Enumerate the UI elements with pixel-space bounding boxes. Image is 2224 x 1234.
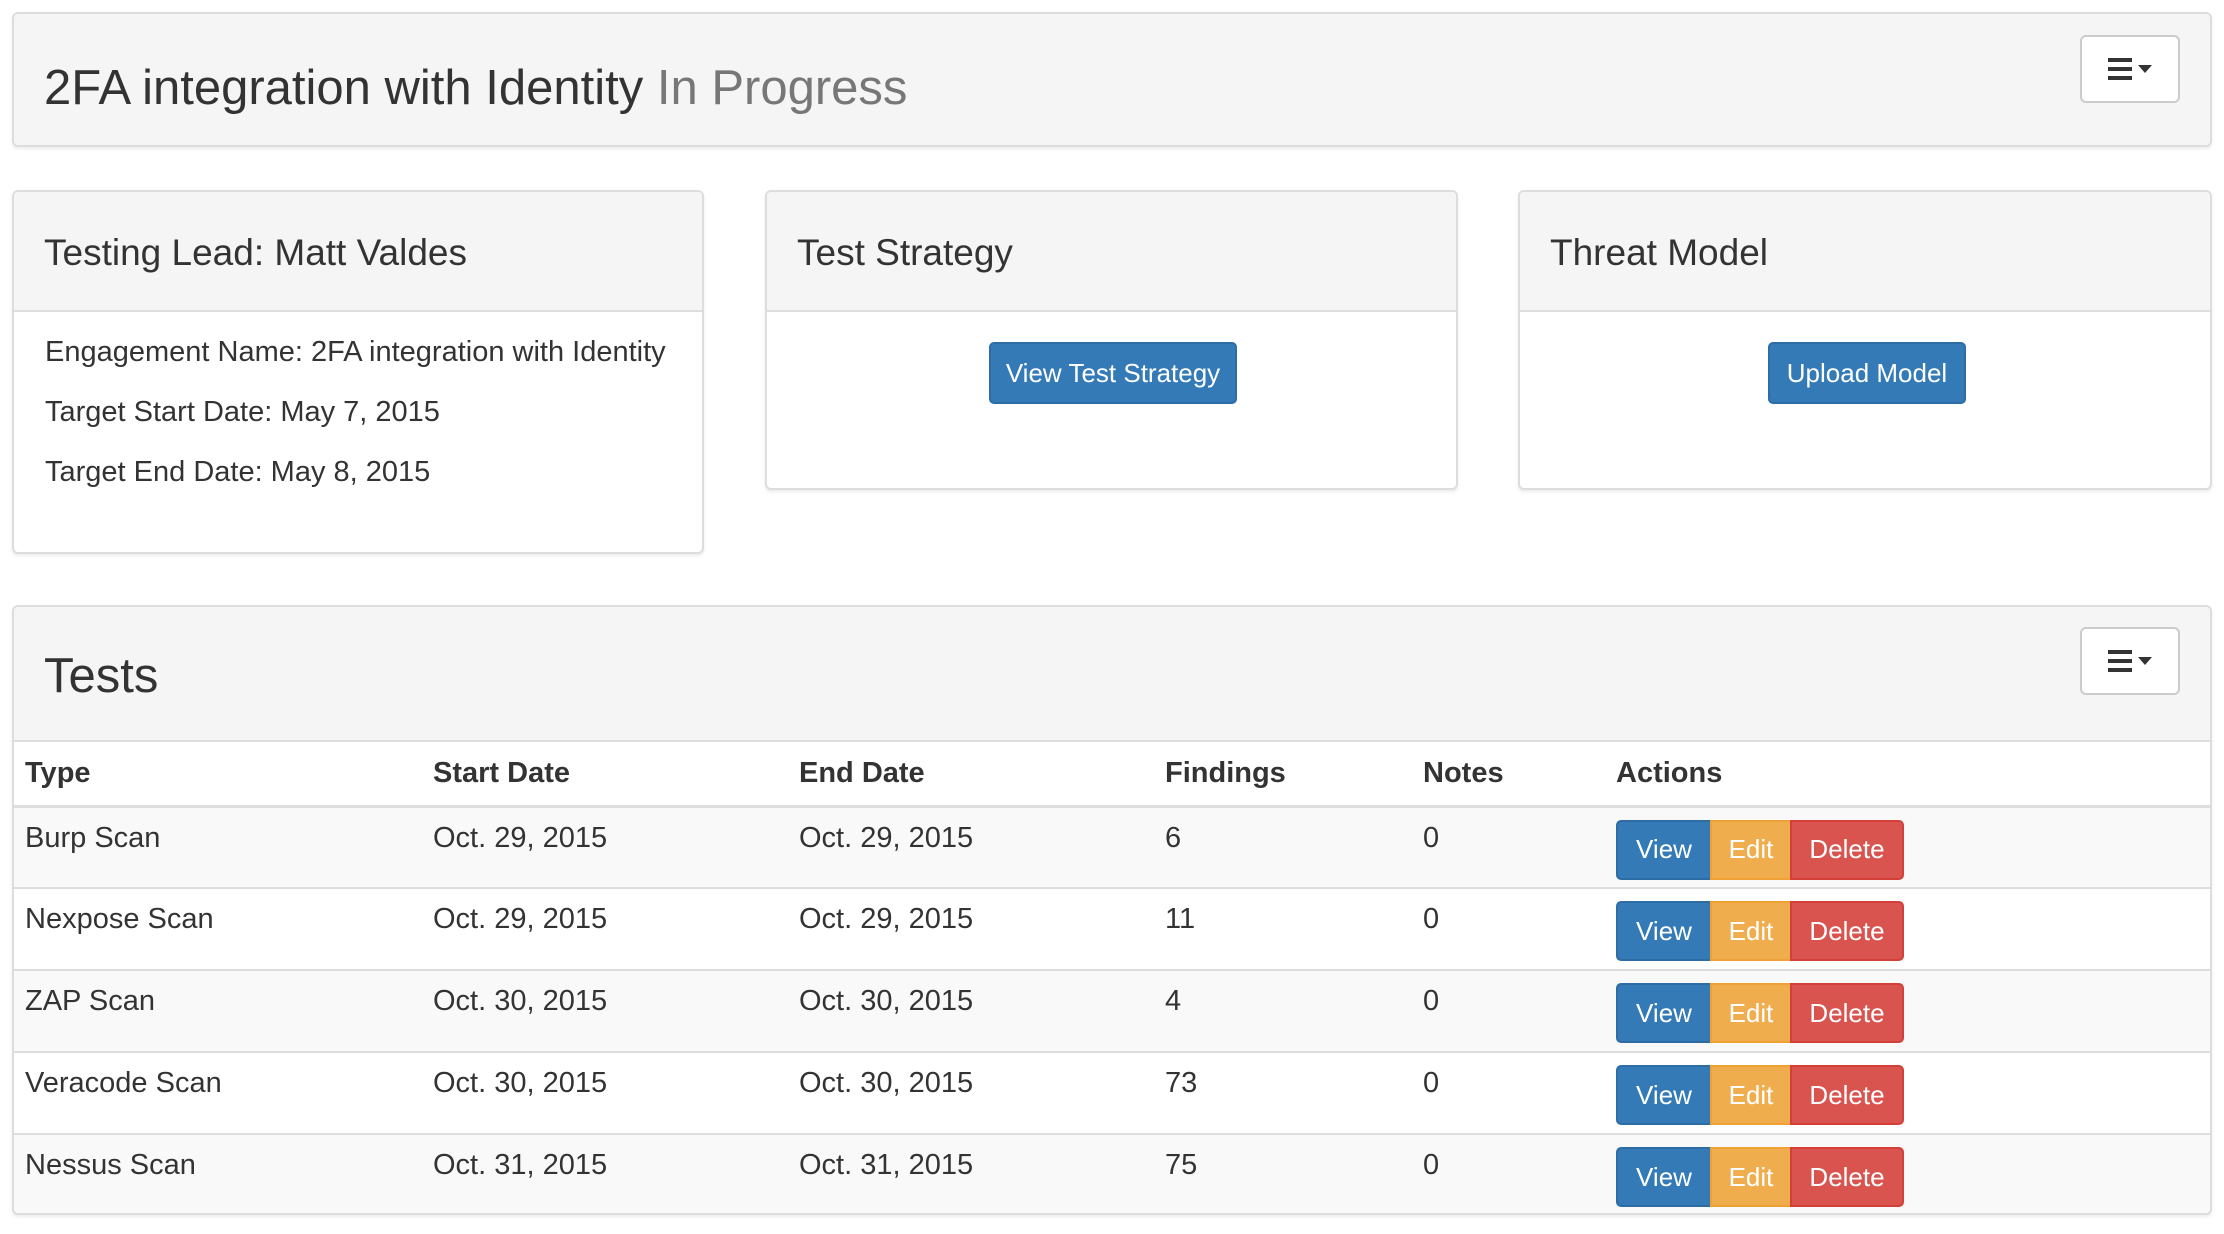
hamburger-icon xyxy=(2108,58,2132,80)
test-type: Burp Scan xyxy=(14,806,422,889)
tests-heading: Tests xyxy=(14,607,2210,742)
test-start-date: Oct. 29, 2015 xyxy=(422,806,788,889)
test-notes: 0 xyxy=(1412,1052,1605,1135)
action-button-group: View Edit Delete xyxy=(1616,901,1904,961)
edit-button[interactable]: Edit xyxy=(1710,819,1792,880)
test-end-date: Oct. 29, 2015 xyxy=(788,806,1154,889)
column-header-actions: Actions xyxy=(1605,742,2210,808)
test-start-date: Oct. 31, 2015 xyxy=(422,1134,788,1213)
test-start-date: Oct. 30, 2015 xyxy=(422,970,788,1053)
test-type: Nexpose Scan xyxy=(14,888,422,971)
delete-button[interactable]: Delete xyxy=(1790,819,1904,880)
test-type: Veracode Scan xyxy=(14,1052,422,1135)
testing-lead-card: Testing Lead: Matt Valdes Engagement Nam… xyxy=(12,190,704,554)
test-strategy-title: Test Strategy xyxy=(797,232,1013,273)
test-findings: 11 xyxy=(1154,888,1412,971)
table-row: Veracode Scan Oct. 30, 2015 Oct. 30, 201… xyxy=(14,1052,2210,1135)
test-actions: View Edit Delete xyxy=(1605,1134,2210,1213)
test-actions: View Edit Delete xyxy=(1605,806,2210,889)
view-button[interactable]: View xyxy=(1616,983,1712,1043)
test-findings: 73 xyxy=(1154,1052,1412,1135)
tests-menu-button[interactable] xyxy=(2080,627,2180,695)
test-notes: 0 xyxy=(1412,970,1605,1053)
table-row: Nexpose Scan Oct. 29, 2015 Oct. 29, 2015… xyxy=(14,888,2210,971)
tests-table-header: Type Start Date End Date Findings Notes … xyxy=(14,742,2210,808)
action-button-group: View Edit Delete xyxy=(1616,1147,1904,1207)
test-type: ZAP Scan xyxy=(14,970,422,1053)
column-header-type[interactable]: Type xyxy=(14,742,422,808)
engagement-header: 2FA integration with Identity In Progres… xyxy=(14,14,2210,145)
delete-button[interactable]: Delete xyxy=(1790,1147,1904,1207)
table-row: ZAP Scan Oct. 30, 2015 Oct. 30, 2015 4 0… xyxy=(14,970,2210,1053)
test-end-date: Oct. 31, 2015 xyxy=(788,1134,1154,1213)
test-notes: 0 xyxy=(1412,1134,1605,1213)
edit-button[interactable]: Edit xyxy=(1710,1147,1792,1207)
edit-button[interactable]: Edit xyxy=(1710,983,1792,1043)
action-button-group: View Edit Delete xyxy=(1616,1065,1904,1125)
test-type: Nessus Scan xyxy=(14,1134,422,1213)
target-end-date: Target End Date: May 8, 2015 xyxy=(45,456,431,488)
test-strategy-card: Test Strategy View Test Strategy xyxy=(765,190,1458,490)
delete-button[interactable]: Delete xyxy=(1790,983,1904,1043)
threat-model-card: Threat Model Upload Model xyxy=(1518,190,2212,490)
column-header-notes[interactable]: Notes xyxy=(1412,742,1605,808)
delete-button[interactable]: Delete xyxy=(1790,1065,1904,1125)
test-notes: 0 xyxy=(1412,806,1605,889)
testing-lead-title: Testing Lead: Matt Valdes xyxy=(44,232,468,273)
test-start-date: Oct. 29, 2015 xyxy=(422,888,788,971)
test-notes: 0 xyxy=(1412,888,1605,971)
page-title: 2FA integration with Identity In Progres… xyxy=(44,64,907,113)
test-findings: 75 xyxy=(1154,1134,1412,1213)
edit-button[interactable]: Edit xyxy=(1710,1065,1792,1125)
view-button[interactable]: View xyxy=(1616,1065,1712,1125)
test-end-date: Oct. 29, 2015 xyxy=(788,888,1154,971)
hamburger-icon xyxy=(2108,650,2132,672)
delete-button[interactable]: Delete xyxy=(1790,901,1904,961)
engagement-name: Engagement Name: 2FA integration with Id… xyxy=(45,336,666,368)
test-actions: View Edit Delete xyxy=(1605,888,2210,971)
view-button[interactable]: View xyxy=(1616,819,1712,880)
test-start-date: Oct. 30, 2015 xyxy=(422,1052,788,1135)
target-start-date: Target Start Date: May 7, 2015 xyxy=(45,396,440,428)
test-end-date: Oct. 30, 2015 xyxy=(788,1052,1154,1135)
test-strategy-heading: Test Strategy xyxy=(767,192,1456,312)
view-button[interactable]: View xyxy=(1616,901,1712,961)
tests-panel: Tests Type Start Date End Date Findings … xyxy=(12,605,2212,1215)
test-end-date: Oct. 30, 2015 xyxy=(788,970,1154,1053)
action-button-group: View Edit Delete xyxy=(1616,819,1904,880)
column-header-start-date[interactable]: Start Date xyxy=(422,742,788,808)
view-button[interactable]: View xyxy=(1616,1147,1712,1207)
threat-model-title: Threat Model xyxy=(1550,232,1768,273)
engagement-status: In Progress xyxy=(656,61,908,115)
engagement-menu-button[interactable] xyxy=(2080,35,2180,103)
upload-model-button[interactable]: Upload Model xyxy=(1768,342,1966,404)
view-test-strategy-button[interactable]: View Test Strategy xyxy=(989,342,1237,404)
test-findings: 6 xyxy=(1154,806,1412,889)
test-actions: View Edit Delete xyxy=(1605,970,2210,1053)
column-header-findings[interactable]: Findings xyxy=(1154,742,1412,808)
caret-down-icon xyxy=(2138,65,2152,73)
engagement-header-panel: 2FA integration with Identity In Progres… xyxy=(12,12,2212,147)
table-row: Nessus Scan Oct. 31, 2015 Oct. 31, 2015 … xyxy=(14,1134,2210,1213)
tests-title: Tests xyxy=(44,649,159,703)
threat-model-heading: Threat Model xyxy=(1520,192,2210,312)
tests-table: Type Start Date End Date Findings Notes … xyxy=(14,742,2210,1213)
testing-lead-heading: Testing Lead: Matt Valdes xyxy=(14,192,702,312)
engagement-title: 2FA integration with Identity xyxy=(44,61,644,115)
test-actions: View Edit Delete xyxy=(1605,1052,2210,1135)
test-findings: 4 xyxy=(1154,970,1412,1053)
table-row: Burp Scan Oct. 29, 2015 Oct. 29, 2015 6 … xyxy=(14,806,2210,889)
caret-down-icon xyxy=(2138,657,2152,665)
action-button-group: View Edit Delete xyxy=(1616,983,1904,1043)
column-header-end-date[interactable]: End Date xyxy=(788,742,1154,808)
edit-button[interactable]: Edit xyxy=(1710,901,1792,961)
